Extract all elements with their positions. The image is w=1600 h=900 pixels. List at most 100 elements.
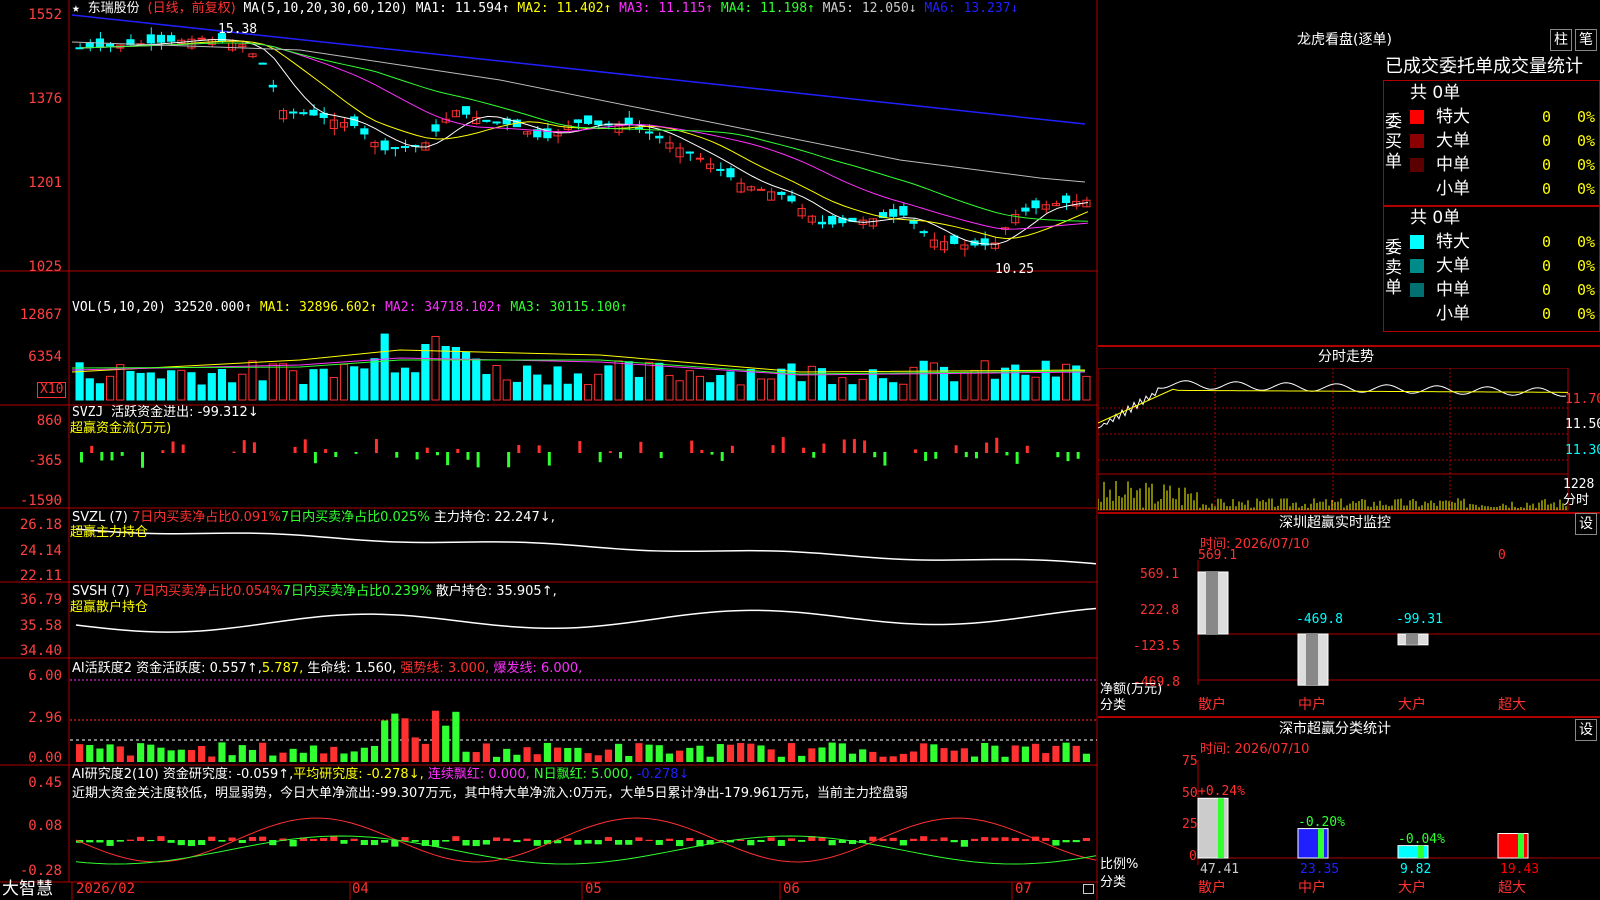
ai1-bar <box>1042 753 1050 762</box>
price-header: ★ 东瑞股份 (日线，前复权) MA(5,10,20,30,60,120) MA… <box>72 1 1018 16</box>
ai2-bar <box>147 840 155 842</box>
ai1-bar <box>1052 745 1060 762</box>
candle-body <box>665 142 674 149</box>
svzj-bar <box>974 452 978 459</box>
ai2-bar <box>1001 837 1009 841</box>
ai1-bar <box>167 750 175 762</box>
volume-bar <box>472 358 481 401</box>
svsh-line <box>75 607 1097 633</box>
class-change: -0.20% <box>1298 814 1345 830</box>
volume-bar <box>329 377 338 401</box>
svzj-bar <box>242 440 246 453</box>
ma-value: MA2: 11.402↑ <box>509 1 612 16</box>
volume-bar <box>634 376 644 401</box>
ai1-bar <box>787 743 796 762</box>
ma-label: MA(5,10,20,30,60,120) <box>243 1 408 16</box>
ai2-bar <box>564 838 572 841</box>
ai2-bar <box>645 839 653 841</box>
volume-bar <box>706 382 715 401</box>
ai2-bar <box>940 837 948 841</box>
main-chart-area[interactable] <box>0 0 1098 900</box>
svzj-bar <box>374 438 378 453</box>
order-row-p: 0% <box>1577 281 1596 299</box>
candle-body <box>655 135 664 139</box>
ai2-bar <box>259 836 267 841</box>
svzj-bar <box>639 441 643 453</box>
svzj-bar <box>812 452 816 458</box>
brand-logo[interactable]: 大智慧 <box>2 879 53 899</box>
ai1-header: AI活跃度2 资金活跃度: 0.557↑,5.787, 生命线: 1.560, … <box>72 661 582 676</box>
candle-body <box>492 121 501 124</box>
sz-class-tick: 75 <box>1182 754 1198 769</box>
svzj-tick: 860 <box>36 413 62 429</box>
ai1-bar <box>381 720 389 762</box>
candle-body <box>350 116 359 126</box>
candle-body <box>400 146 410 149</box>
ai2-bar <box>86 840 94 843</box>
intraday-tick: 11.30 <box>1565 443 1600 458</box>
order-row-name: 特大 <box>1436 232 1470 252</box>
svzj-bar <box>578 441 582 453</box>
ai1-bar <box>360 747 368 762</box>
sz-monitor-border <box>1098 512 1600 514</box>
candle-body <box>167 35 176 42</box>
ai2-tick: 0.08 <box>28 818 62 834</box>
volume-bar <box>655 362 664 401</box>
legend-swatch <box>1410 182 1424 196</box>
sz-class-xlabel: 分类 <box>1100 875 1127 890</box>
ai1-bar <box>472 752 480 762</box>
svzl-ratio2: 7日内买卖净占比0.025% <box>280 510 430 525</box>
svsh-sub: 超赢散户持仓 <box>70 600 149 615</box>
kline-svg[interactable] <box>0 0 1098 900</box>
ai1-bar <box>553 747 562 762</box>
volume-bar <box>238 373 247 401</box>
ai2-bar <box>106 840 114 846</box>
legend-swatch <box>1410 110 1424 124</box>
ai2-bar <box>676 840 684 847</box>
lock-icon[interactable] <box>1083 884 1094 894</box>
order-row-name: 中单 <box>1436 155 1470 175</box>
svzj-bar <box>110 452 114 461</box>
sz-monitor-xlabel: 分类 <box>1100 698 1127 713</box>
ai1-bar <box>1001 756 1009 762</box>
volume-bar <box>828 384 837 401</box>
sell-label: 委卖单 <box>1385 238 1402 298</box>
ai1-bar <box>696 745 704 762</box>
volume-bar <box>136 372 145 401</box>
volume-bar <box>380 333 389 401</box>
svzl-value: 主力持仓: 22.247↓, <box>433 510 555 525</box>
star-icon[interactable]: ★ <box>72 1 80 16</box>
period-mode[interactable]: (日线，前复权) <box>148 1 236 16</box>
volume-bar <box>858 378 867 401</box>
svzj-bar <box>415 452 419 460</box>
high-marker: 15.38 <box>218 22 258 37</box>
bar-view-button[interactable]: 柱 <box>1550 29 1572 51</box>
ai1-bar <box>991 745 999 762</box>
ai2-red-cont: 连续飘红: 0.000, <box>427 767 530 782</box>
volume-bar <box>451 346 460 401</box>
order-row-v: 0 <box>1542 132 1552 150</box>
volume-bar <box>950 381 959 401</box>
class-bar-stripe <box>1218 798 1224 858</box>
ai1-bar <box>513 754 521 762</box>
intraday-svg[interactable] <box>1098 368 1600 518</box>
ai2-bar <box>604 837 613 841</box>
ai2-tick: -0.28 <box>19 863 62 879</box>
candle-body <box>950 235 959 244</box>
ai1-bar <box>482 743 490 762</box>
class-pct: 47.41 <box>1200 862 1240 877</box>
stroke-view-button[interactable]: 笔 <box>1575 29 1597 51</box>
ai1-bar <box>330 746 338 762</box>
ai1-bar <box>147 744 155 762</box>
ai1-bar <box>1011 745 1019 762</box>
ai2-bar <box>1042 837 1050 841</box>
class-pct: 9.82 <box>1400 862 1432 877</box>
lhb-title: 龙虎看盘(逐单) <box>1297 32 1392 48</box>
svzj-tick: -1590 <box>19 493 62 509</box>
ai1-bar <box>431 710 440 762</box>
class-pct: 23.35 <box>1300 862 1340 877</box>
ai1-bar <box>106 744 114 762</box>
ai1-bar <box>940 748 948 762</box>
volume-bar <box>228 382 237 401</box>
ai2-bar <box>991 837 999 841</box>
